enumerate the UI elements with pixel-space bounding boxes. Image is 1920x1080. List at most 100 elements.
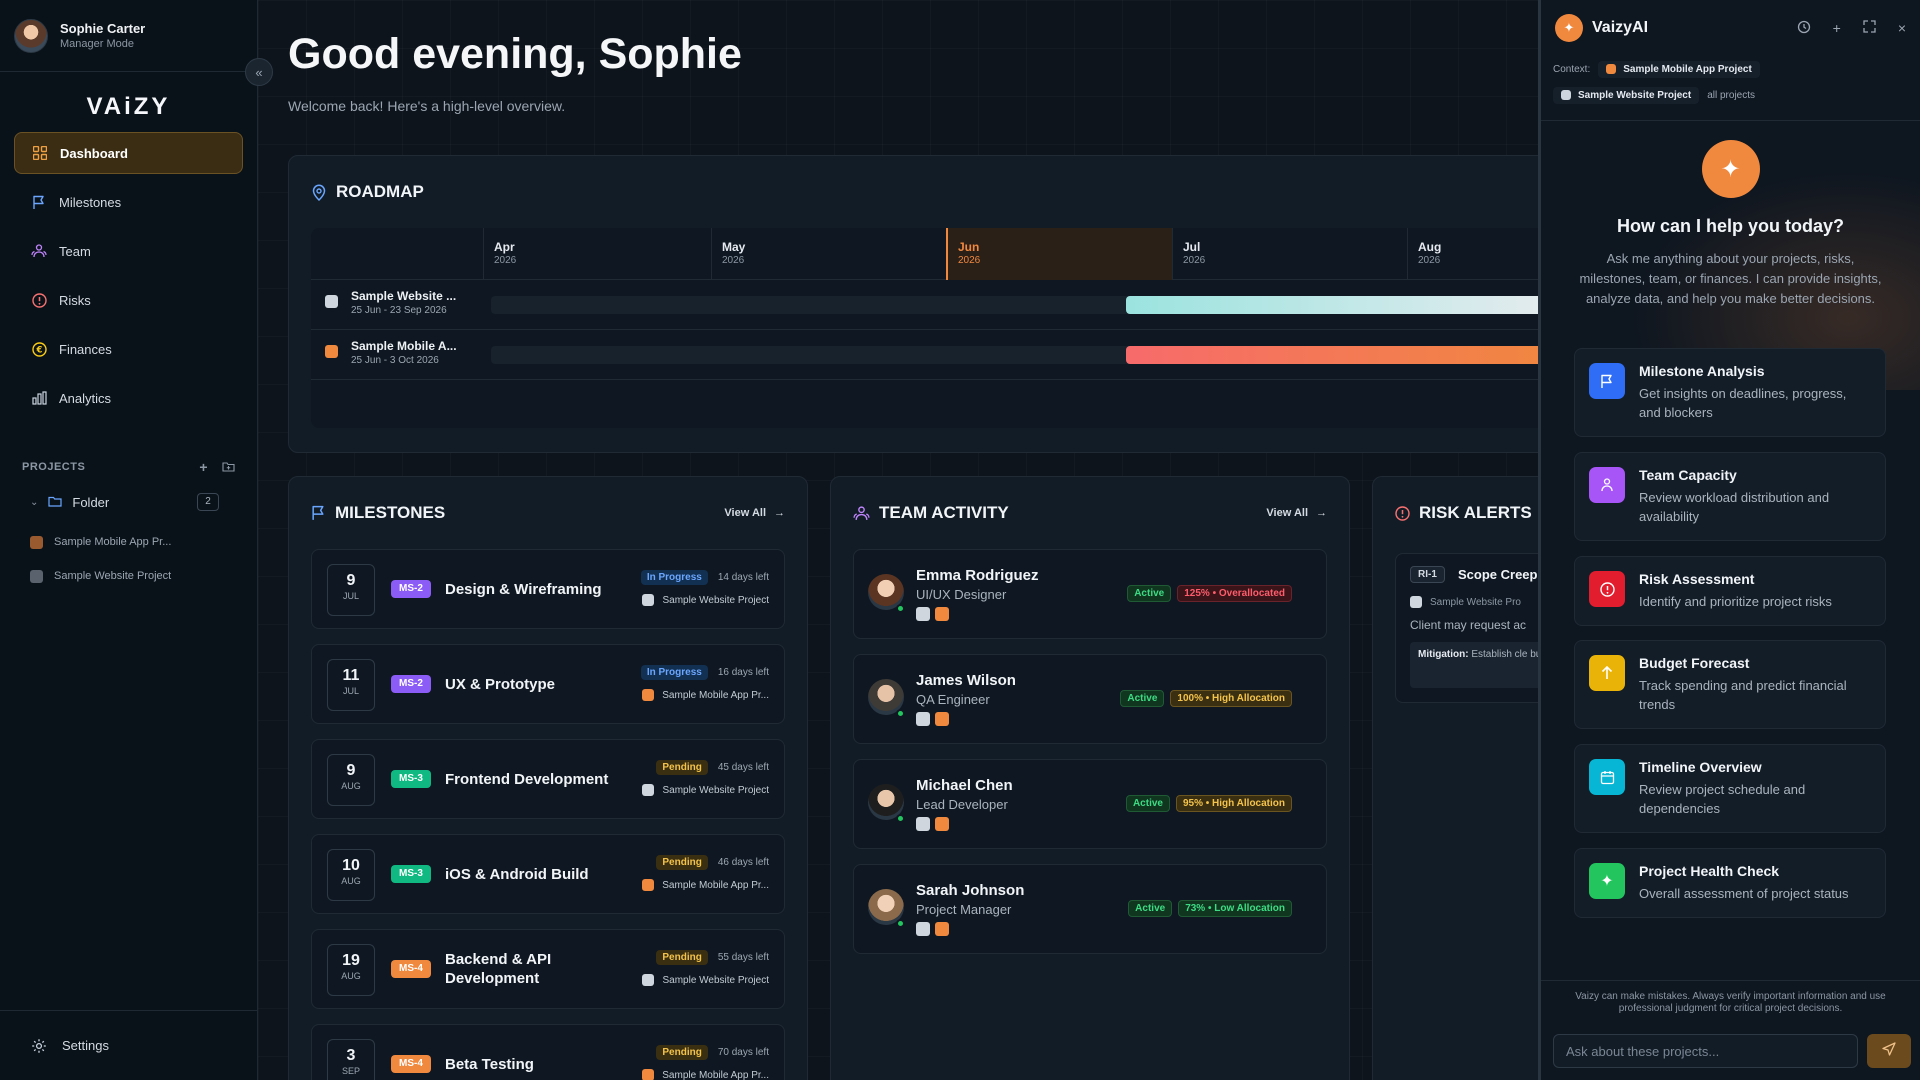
sidebar-project-item[interactable]: Sample Mobile App Pr... — [0, 525, 257, 559]
roadmap-month-current: Jun 2026 — [946, 228, 1172, 280]
project-label: Sample Mobile App Pr... — [54, 536, 172, 548]
add-project-icon[interactable]: + — [199, 459, 208, 475]
suggestion-desc: Review workload distribution and availab… — [1639, 490, 1830, 524]
project-color-dot — [642, 594, 655, 606]
roadmap-bar-mobile[interactable] — [1126, 346, 1538, 364]
team-member-item[interactable]: Emma Rodriguez UI/UX Designer Active 125… — [853, 549, 1327, 639]
milestone-title: iOS & Android Build — [445, 865, 589, 883]
expand-icon[interactable] — [1863, 19, 1876, 37]
nav-item-milestones[interactable]: Milestones — [14, 181, 243, 223]
month-name: Jun — [958, 240, 980, 254]
suggestion-risk-assessment[interactable]: Risk Assessment Identify and prioritize … — [1574, 556, 1886, 626]
folder-label: Folder — [72, 494, 110, 510]
team-member-item[interactable]: James Wilson QA Engineer Active 100% • H… — [853, 654, 1327, 744]
milestone-date: 19 AUG — [327, 944, 375, 996]
coin-icon: € — [30, 340, 48, 358]
flag-icon — [311, 505, 326, 521]
month-year: 2026 — [1183, 255, 1206, 266]
flag-icon — [1589, 363, 1625, 399]
new-chat-icon[interactable]: + — [1833, 20, 1841, 37]
status-badge: Active — [1120, 690, 1165, 707]
nav-item-risks[interactable]: Risks — [14, 279, 243, 321]
team-member-item[interactable]: Michael Chen Lead Developer Active 95% •… — [853, 759, 1327, 849]
month-year: 2026 — [494, 255, 517, 266]
ai-sparkle-icon: ✦ — [1555, 14, 1583, 42]
ai-context: Context: Sample Mobile App Project Sampl… — [1541, 56, 1920, 108]
chevron-down-icon[interactable]: ⌄ — [30, 497, 38, 508]
team-member-item[interactable]: Sarah Johnson Project Manager Active 73%… — [853, 864, 1327, 954]
status-badge: Active — [1128, 900, 1173, 917]
days-left: 16 days left — [717, 667, 769, 678]
risk-item[interactable]: RI-1 Scope Creep Sample Website Pro Clie… — [1395, 553, 1538, 703]
gear-icon — [30, 1037, 48, 1055]
calendar-icon — [1589, 759, 1625, 795]
milestone-title: Frontend Development — [445, 770, 609, 788]
milestone-item[interactable]: 9 AUG MS-3 Frontend Development Pending … — [311, 739, 785, 819]
folder-item[interactable]: ⌄ Folder 2 — [0, 487, 257, 517]
nav-item-dashboard[interactable]: Dashboard — [14, 132, 243, 174]
milestone-month: JUL — [342, 591, 359, 601]
suggestion-budget-forecast[interactable]: Budget Forecast Track spending and predi… — [1574, 640, 1886, 729]
nav-item-analytics[interactable]: Analytics — [14, 377, 243, 419]
suggestion-title: Milestone Analysis — [1639, 363, 1765, 379]
milestone-item[interactable]: 10 AUG MS-3 iOS & Android Build Pending … — [311, 834, 785, 914]
history-icon[interactable] — [1797, 20, 1811, 37]
arrow-up-icon — [1589, 655, 1625, 691]
mitigation-text: Establish cle budget impacts — [1471, 649, 1538, 660]
roadmap-row[interactable]: Sample Website ... 25 Jun - 23 Sep 2026 — [311, 280, 1538, 330]
milestone-item[interactable]: 3 SEP MS-4 Beta Testing Pending 70 days … — [311, 1024, 785, 1080]
roadmap-month: Jul 2026 — [1172, 228, 1407, 280]
suggestion-timeline-overview[interactable]: Timeline Overview Review project schedul… — [1574, 744, 1886, 833]
month-year: 2026 — [1418, 255, 1441, 266]
roadmap-title-text: ROADMAP — [336, 182, 424, 201]
settings-button[interactable]: Settings — [0, 1010, 258, 1080]
roadmap-bar-website[interactable] — [1126, 296, 1538, 314]
ai-assistant-panel: ✦ VaizyAI + × Context: Sample Mobile App… — [1538, 0, 1920, 1080]
status-badge: Active — [1127, 585, 1172, 602]
ai-chat-input[interactable] — [1553, 1034, 1858, 1068]
suggestion-milestone-analysis[interactable]: Milestone Analysis Get insights on deadl… — [1574, 348, 1886, 437]
collapse-sidebar-button[interactable]: « — [245, 58, 273, 86]
suggestion-desc: Identify and prioritize project risks — [1639, 594, 1832, 609]
team-icon — [1589, 467, 1625, 503]
project-color-dot — [30, 535, 43, 549]
milestone-item[interactable]: 19 AUG MS-4 Backend & API Development Pe… — [311, 929, 785, 1009]
milestone-item[interactable]: 9 JUL MS-2 Design & Wireframing In Progr… — [311, 549, 785, 629]
team-view-all-link[interactable]: View All → — [1266, 507, 1327, 519]
milestones-card: MILESTONES View All → 9 JUL MS-2 Design … — [288, 476, 808, 1080]
milestone-day: 3 — [346, 1047, 356, 1064]
send-button[interactable] — [1867, 1034, 1911, 1068]
suggestion-project-health-check[interactable]: ✦ Project Health Check Overall assessmen… — [1574, 848, 1886, 918]
milestones-view-all-link[interactable]: View All → — [724, 507, 785, 519]
suggestion-team-capacity[interactable]: Team Capacity Review workload distributi… — [1574, 452, 1886, 541]
bar-chart-icon — [30, 389, 48, 407]
main-content: Good evening, Sophie Welcome back! Here'… — [258, 0, 1538, 1080]
alert-circle-icon — [1589, 571, 1625, 607]
roadmap-timeline-header: Apr 2026 May 2026 Jun 2026 Jul 2026 Aug — [311, 228, 1538, 280]
month-name: May — [722, 240, 746, 254]
milestone-date: 9 JUL — [327, 564, 375, 616]
roadmap-row[interactable]: Sample Mobile A... 25 Jun - 3 Oct 2026 — [311, 330, 1538, 380]
team-activity-title-text: TEAM ACTIVITY — [879, 503, 1009, 522]
status-badge: In Progress — [640, 665, 708, 680]
user-profile[interactable]: Sophie Carter Manager Mode — [0, 0, 257, 72]
alert-circle-icon — [1395, 505, 1410, 521]
nav-item-team[interactable]: Team — [14, 230, 243, 272]
member-role: Project Manager — [916, 902, 1012, 917]
days-left: 14 days left — [717, 572, 769, 583]
main-nav: Dashboard Milestones Team Risks € Financ… — [0, 132, 257, 419]
close-icon[interactable]: × — [1898, 20, 1906, 37]
sidebar-project-item[interactable]: Sample Website Project — [0, 559, 257, 593]
context-chip[interactable]: Sample Website Project — [1553, 86, 1700, 104]
risk-mitigation: Mitigation: Establish cle budget impacts — [1410, 642, 1538, 688]
ai-panel-header: ✦ VaizyAI + × — [1541, 0, 1920, 56]
folder-count-badge: 2 — [197, 493, 219, 511]
new-folder-icon[interactable] — [222, 459, 235, 475]
nav-item-finances[interactable]: € Finances — [14, 328, 243, 370]
milestone-item[interactable]: 11 JUL MS-2 UX & Prototype In Progress 1… — [311, 644, 785, 724]
nav-label: Milestones — [59, 194, 122, 210]
context-chip[interactable]: Sample Mobile App Project — [1598, 60, 1760, 78]
member-role: Lead Developer — [916, 797, 1008, 812]
days-left: 55 days left — [717, 952, 769, 963]
allocation-badge: 125% • Overallocated — [1177, 585, 1292, 602]
